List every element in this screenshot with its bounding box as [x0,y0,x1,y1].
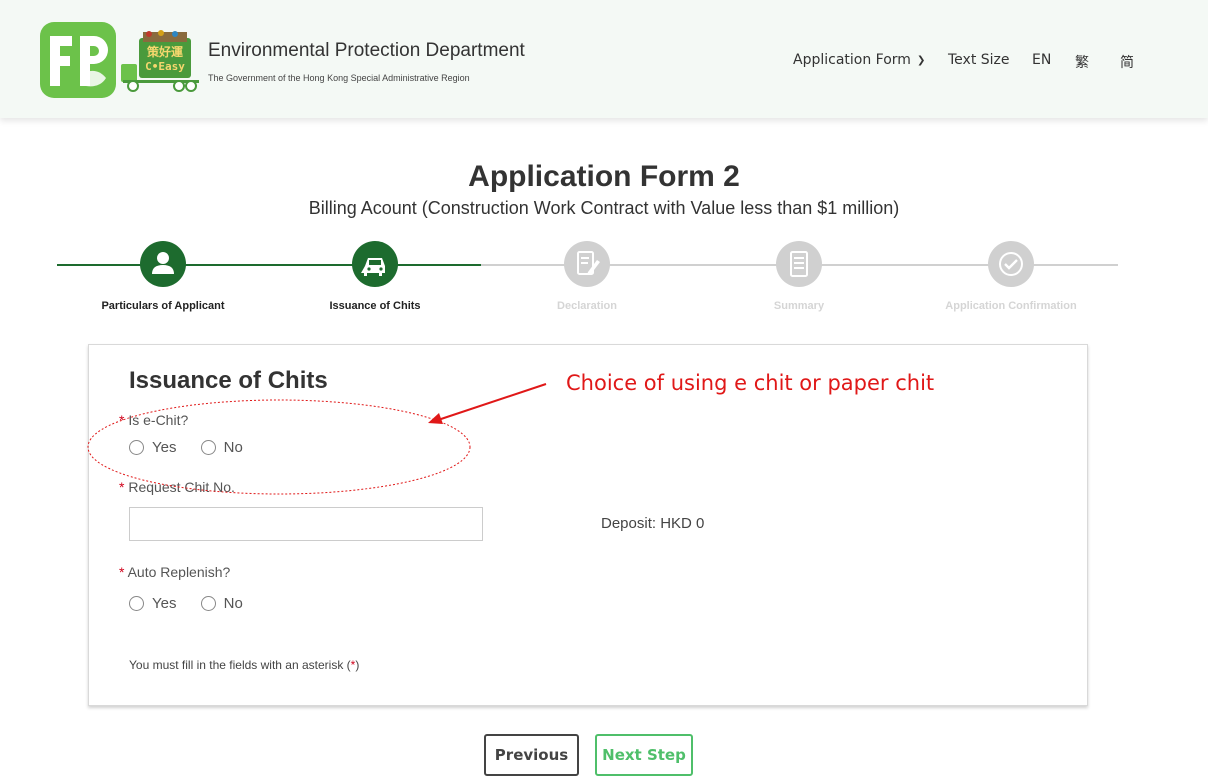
ceasy-truck-logo[interactable]: 策好運 C•Easy [121,28,203,92]
page-title: Application Form 2 [468,160,740,193]
list-document-icon [790,251,808,277]
step-5-label: Application Confirmation [945,300,1077,312]
is-echit-no-radio[interactable]: No [200,439,243,456]
epd-logo[interactable] [40,22,116,98]
ceasy-en-text: C•Easy [145,60,185,73]
user-icon [152,252,174,274]
nav-application-form-dropdown[interactable]: Application Form ❯ [793,52,925,68]
step-4-circle [776,241,822,287]
check-circle-icon [999,252,1023,276]
yes-label: Yes [152,595,177,612]
section-title: Issuance of Chits [129,367,328,394]
dept-subtitle: The Government of the Hong Kong Special … [208,73,470,83]
edit-document-icon [577,251,600,275]
site-header: 策好運 C•Easy Environmental Protection Depa… [0,0,1208,118]
step-2-circle [352,241,398,287]
radio-circle-icon [200,596,216,611]
auto-replenish-no-radio[interactable]: No [200,595,243,612]
car-icon [361,258,385,276]
no-label: No [223,595,243,612]
step-3-circle [564,241,610,287]
progress-stepper: Particulars of Applicant Issuance of Chi… [0,236,1208,326]
auto-replenish-yes-radio[interactable]: Yes [129,595,176,612]
radio-circle-icon [200,440,216,455]
request-chit-label: * Request Chit No. [119,479,235,495]
auto-replenish-radio-group: Yes No [129,595,263,615]
previous-button[interactable]: Previous [484,734,579,776]
deposit-amount: Deposit: HKD 0 [601,515,705,532]
nav-text-size[interactable]: Text Size [948,52,1010,68]
radio-circle-icon [129,440,144,455]
step-1-label: Particulars of Applicant [101,300,225,312]
step-1-circle [140,241,186,287]
is-echit-yes-radio[interactable]: Yes [129,439,176,456]
is-echit-label: * Is e-Chit? [119,412,188,428]
chevron-down-icon: ❯ [916,55,926,66]
no-label: No [223,439,243,456]
dept-name: Environmental Protection Department [208,40,525,61]
auto-replenish-label: * Auto Replenish? [119,564,230,580]
required-asterisk: * [119,412,125,428]
lang-tc-link[interactable]: 繁 [1075,52,1089,72]
required-asterisk: * [119,479,125,495]
lang-sc-link[interactable]: 简 [1120,52,1134,72]
request-chit-label-text: Request Chit No. [128,479,235,495]
next-step-button[interactable]: Next Step [595,734,693,776]
stepper-line-complete [57,264,481,266]
required-asterisk: * [119,564,125,580]
request-chit-input[interactable] [129,507,483,541]
is-echit-radio-group: Yes No [129,439,263,459]
required-fields-note: You must fill in the fields with an aste… [129,658,359,672]
is-echit-label-text: Is e-Chit? [128,412,189,428]
nav-application-form-label: Application Form [793,52,911,68]
radio-circle-icon [129,596,144,611]
annotation-text: Choice of using e chit or paper chit [566,371,935,395]
page-subtitle: Billing Acount (Construction Work Contra… [308,198,900,218]
step-5-circle [988,241,1034,287]
auto-replenish-label-text: Auto Replenish? [127,564,231,580]
note-suffix: ) [355,658,360,672]
lang-en-link[interactable]: EN [1032,52,1051,68]
step-2-label: Issuance of Chits [329,300,421,312]
note-prefix: You must fill in the fields with an aste… [129,658,351,672]
step-3-label: Declaration [557,300,617,312]
ceasy-cn-text: 策好運 [147,44,183,59]
step-4-label: Summary [773,300,825,312]
yes-label: Yes [152,439,177,456]
issuance-of-chits-card: Issuance of Chits * Is e-Chit? Yes No * … [88,344,1088,706]
